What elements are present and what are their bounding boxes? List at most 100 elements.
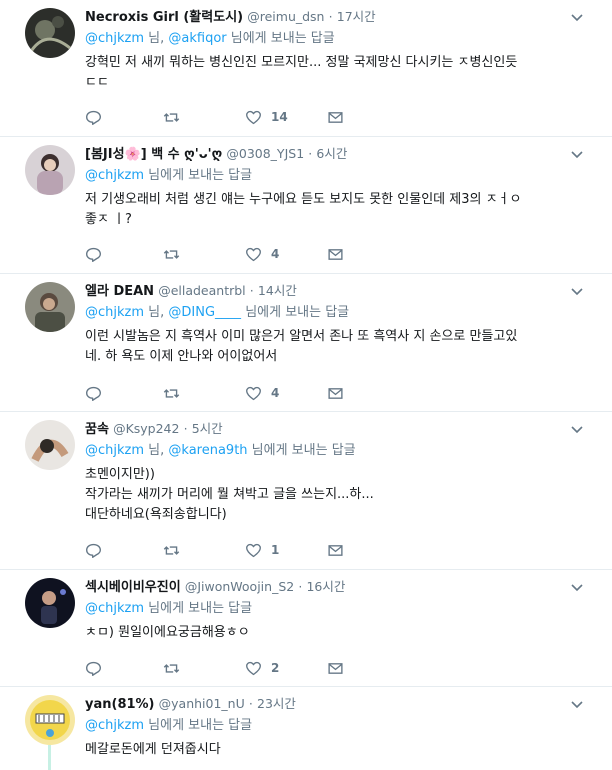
reply-button[interactable] bbox=[85, 244, 102, 264]
action-bar: 4 bbox=[85, 383, 385, 403]
like-button[interactable]: 1 bbox=[245, 540, 279, 560]
timestamp[interactable]: 6시간 bbox=[316, 146, 347, 161]
retweet-icon bbox=[163, 249, 180, 259]
retweet-button[interactable] bbox=[163, 107, 180, 127]
like-button[interactable]: 14 bbox=[245, 107, 288, 127]
user-handle[interactable]: @0308_YJS1 bbox=[226, 146, 304, 161]
dm-button[interactable] bbox=[327, 107, 344, 127]
heart-icon bbox=[246, 247, 261, 261]
dm-button[interactable] bbox=[327, 658, 344, 678]
dm-button[interactable] bbox=[327, 540, 344, 560]
avatar[interactable] bbox=[25, 578, 75, 628]
tweet-header: [봄JI성🌸] 백 수 ღ'ᴗ'ღ @0308_YJS1 · 6시간 bbox=[85, 145, 584, 163]
dm-button[interactable] bbox=[327, 383, 344, 403]
chevron-down-icon[interactable] bbox=[570, 422, 584, 436]
retweet-button[interactable] bbox=[163, 244, 180, 264]
thread-line bbox=[48, 745, 51, 770]
action-bar: 14 bbox=[85, 107, 385, 127]
mention-link[interactable]: @chjkzm bbox=[85, 168, 144, 183]
timestamp[interactable]: 14시간 bbox=[258, 283, 297, 298]
reply-button[interactable] bbox=[85, 107, 102, 127]
timestamp[interactable]: 23시간 bbox=[257, 696, 296, 711]
reply-button[interactable] bbox=[85, 540, 102, 560]
timestamp[interactable]: 5시간 bbox=[192, 421, 223, 436]
tweet-header: 섹시베이비우진이 @JiwonWoojin_S2 · 16시간 bbox=[85, 578, 584, 596]
mention-link[interactable]: @DING____ bbox=[168, 305, 241, 320]
mention-link[interactable]: @chjkzm bbox=[85, 443, 144, 458]
retweet-icon bbox=[163, 112, 180, 122]
user-handle[interactable]: @JiwonWoojin_S2 bbox=[185, 579, 294, 594]
chevron-down-icon[interactable] bbox=[570, 580, 584, 594]
tweet-header: 꿈속 @Ksyp242 · 5시간 bbox=[85, 420, 584, 438]
tweet-text: 이런 시발놈은 지 흑역사 이미 많은거 알면서 존나 또 흑역사 지 손으로 … bbox=[85, 329, 518, 364]
reply-context: @chjkzm 님에게 보내는 답글 bbox=[85, 717, 584, 735]
envelope-icon bbox=[328, 662, 343, 674]
mention-link[interactable]: @akfiqor bbox=[168, 31, 226, 46]
display-name[interactable]: Necroxis Girl (활력도시) bbox=[85, 10, 243, 25]
avatar[interactable] bbox=[25, 8, 75, 58]
action-bar: 2 bbox=[85, 658, 385, 678]
tweet[interactable]: yan(81%) @yanhi01_nU · 23시간 @chjkzm 님에게 … bbox=[0, 687, 612, 770]
separator-dot: · bbox=[328, 9, 333, 24]
tweet-text: 저 기생오래비 처럼 생긴 얘는 누구에요 듣도 보지도 못한 인물인데 제3의… bbox=[85, 192, 522, 227]
user-handle[interactable]: @elladeantrbl bbox=[158, 283, 245, 298]
tweet[interactable]: [봄JI성🌸] 백 수 ღ'ᴗ'ღ @0308_YJS1 · 6시간 @chjk… bbox=[0, 137, 612, 274]
tweet[interactable]: 꿈속 @Ksyp242 · 5시간 @chjkzm 님, @karena9th … bbox=[0, 412, 612, 570]
mention-separator: 님, bbox=[148, 443, 165, 458]
retweet-button[interactable] bbox=[163, 540, 180, 560]
mention-link[interactable]: @chjkzm bbox=[85, 31, 144, 46]
dm-button[interactable] bbox=[327, 244, 344, 264]
mention-separator: 님, bbox=[148, 305, 165, 320]
reply-icon bbox=[86, 247, 101, 262]
tweet[interactable]: 섹시베이비우진이 @JiwonWoojin_S2 · 16시간 @chjkzm … bbox=[0, 570, 612, 687]
display-name[interactable]: 엘라 DEAN bbox=[85, 284, 154, 299]
tweet[interactable]: 엘라 DEAN @elladeantrbl · 14시간 @chjkzm 님, … bbox=[0, 274, 612, 412]
chevron-down-icon[interactable] bbox=[570, 10, 584, 24]
avatar[interactable] bbox=[25, 282, 75, 332]
mention-link[interactable]: @chjkzm bbox=[85, 601, 144, 616]
tweet-text: 강혁민 저 새끼 뭐하는 병신인진 모르지만... 정말 국제망신 다시키는 ㅈ… bbox=[85, 55, 518, 90]
separator-dot: · bbox=[249, 283, 254, 298]
display-name[interactable]: yan(81%) bbox=[85, 697, 155, 712]
retweet-button[interactable] bbox=[163, 658, 180, 678]
reply-context: @chjkzm 님, @DING____ 님에게 보내는 답글 bbox=[85, 304, 584, 322]
mention-link[interactable]: @karena9th bbox=[168, 443, 247, 458]
tweet-text: ㅊㅁ) 뭔일이에요궁금해용ㅎㅇ bbox=[85, 625, 250, 640]
chevron-down-icon[interactable] bbox=[570, 697, 584, 711]
timestamp[interactable]: 16시간 bbox=[306, 579, 345, 594]
tweet[interactable]: Necroxis Girl (활력도시) @reimu_dsn · 17시간 @… bbox=[0, 0, 612, 137]
reply-suffix: 님에게 보내는 답글 bbox=[245, 305, 350, 320]
like-button[interactable]: 4 bbox=[245, 383, 279, 403]
user-handle[interactable]: @reimu_dsn bbox=[247, 9, 324, 24]
display-name[interactable]: [봄JI성🌸] 백 수 ღ'ᴗ'ღ bbox=[85, 147, 222, 162]
reply-button[interactable] bbox=[85, 658, 102, 678]
like-button[interactable]: 2 bbox=[245, 658, 279, 678]
separator-dot: · bbox=[298, 579, 303, 594]
chevron-down-icon[interactable] bbox=[570, 147, 584, 161]
tweet-header: Necroxis Girl (활력도시) @reimu_dsn · 17시간 bbox=[85, 8, 584, 26]
heart-icon bbox=[246, 110, 261, 124]
user-handle[interactable]: @Ksyp242 bbox=[113, 421, 179, 436]
reply-suffix: 님에게 보내는 답글 bbox=[148, 718, 253, 733]
like-button[interactable]: 4 bbox=[245, 244, 279, 264]
separator-dot: · bbox=[308, 146, 313, 161]
envelope-icon bbox=[328, 111, 343, 123]
reply-icon bbox=[86, 543, 101, 558]
mention-link[interactable]: @chjkzm bbox=[85, 305, 144, 320]
user-handle[interactable]: @yanhi01_nU bbox=[159, 696, 245, 711]
retweet-button[interactable] bbox=[163, 383, 180, 403]
mention-link[interactable]: @chjkzm bbox=[85, 718, 144, 733]
tweet-text: 초멘이지만)) 작가라는 새끼가 머리에 뭘 쳐박고 글을 쓰는지...하...… bbox=[85, 467, 374, 522]
reply-context: @chjkzm 님에게 보내는 답글 bbox=[85, 600, 584, 618]
timestamp[interactable]: 17시간 bbox=[337, 9, 376, 24]
avatar[interactable] bbox=[25, 145, 75, 195]
separator-dot: · bbox=[248, 696, 253, 711]
display-name[interactable]: 섹시베이비우진이 bbox=[85, 580, 181, 595]
reply-button[interactable] bbox=[85, 383, 102, 403]
display-name[interactable]: 꿈속 bbox=[85, 422, 109, 437]
avatar[interactable] bbox=[25, 695, 75, 745]
avatar[interactable] bbox=[25, 420, 75, 470]
chevron-down-icon[interactable] bbox=[570, 284, 584, 298]
retweet-icon bbox=[163, 388, 180, 398]
like-count: 1 bbox=[271, 543, 280, 557]
